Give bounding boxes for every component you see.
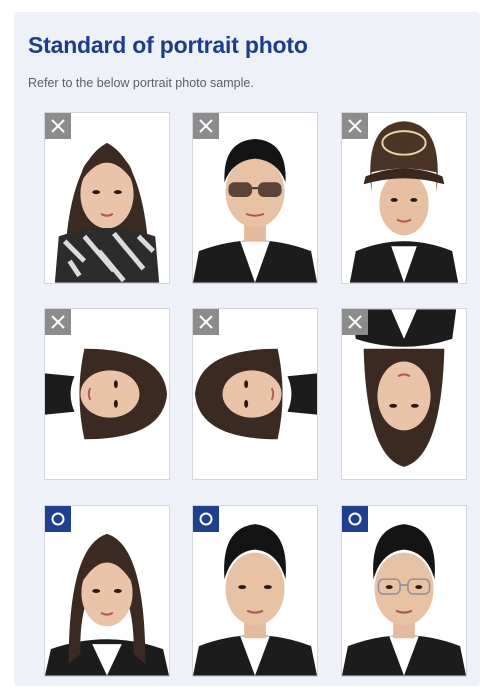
x-mark-icon [342,309,368,335]
o-mark-icon [342,506,368,532]
x-mark-icon [45,113,71,139]
sample-photo-upside-down [341,308,467,480]
x-mark-icon [342,113,368,139]
page-title: Standard of portrait photo [28,32,308,58]
sample-photo-scarf [44,112,170,284]
sample-photo-correct-man-glasses [341,505,467,677]
o-mark-icon [45,506,71,532]
sample-photo-cap [341,112,467,284]
o-mark-icon [193,506,219,532]
sample-photo-correct-man [192,505,318,677]
x-mark-icon [45,309,71,335]
x-mark-icon [193,113,219,139]
sample-photo-correct-woman [44,505,170,677]
page-subtitle: Refer to the below portrait photo sample… [28,76,254,90]
x-mark-icon [193,309,219,335]
sample-photo-sunglasses [192,112,318,284]
sample-photo-rotated-left [44,308,170,480]
sample-photo-rotated-right [192,308,318,480]
